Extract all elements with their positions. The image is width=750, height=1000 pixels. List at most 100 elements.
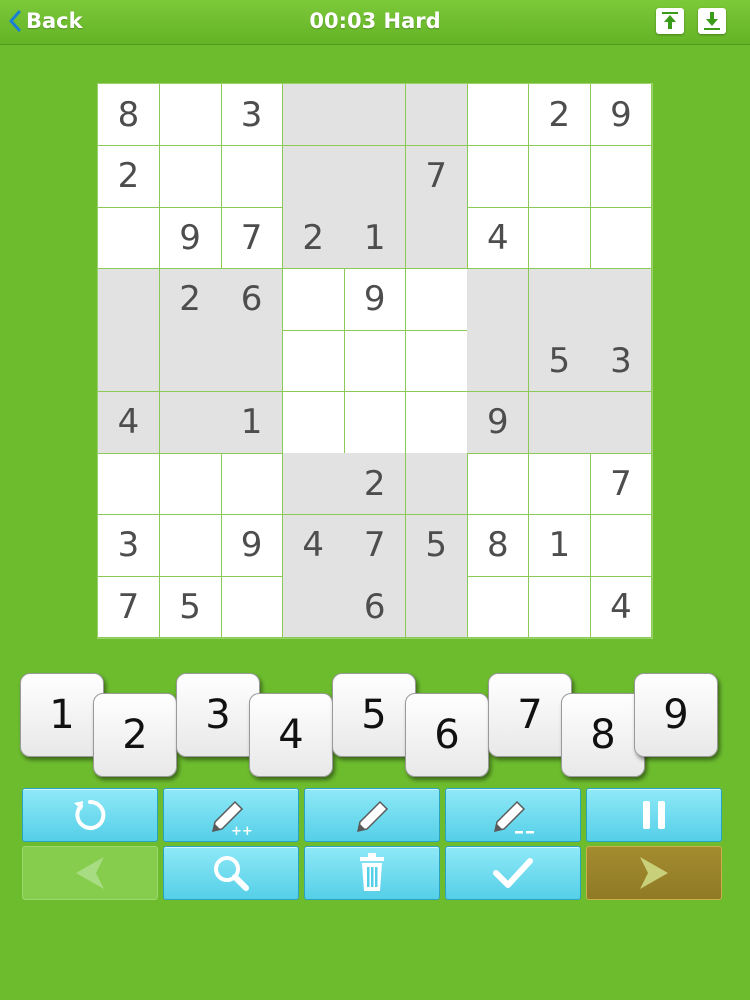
board-cell[interactable] xyxy=(98,330,160,393)
board-cell[interactable]: 5 xyxy=(159,576,222,639)
board-cell[interactable] xyxy=(528,576,591,639)
board-cell[interactable] xyxy=(221,453,284,516)
board-cell[interactable] xyxy=(282,145,345,208)
board-cell[interactable] xyxy=(282,268,345,331)
board-cell[interactable] xyxy=(344,145,407,208)
board-cell[interactable]: 3 xyxy=(221,84,284,146)
board-cell[interactable] xyxy=(467,268,530,331)
board-cell[interactable]: 9 xyxy=(159,207,222,270)
board-cell[interactable] xyxy=(405,576,468,639)
board-cell[interactable] xyxy=(405,330,468,393)
board-cell[interactable] xyxy=(467,576,530,639)
board-cell[interactable] xyxy=(159,453,222,516)
board-cell[interactable]: 1 xyxy=(528,514,591,577)
board-cell[interactable] xyxy=(282,84,345,146)
board-cell[interactable]: 1 xyxy=(221,391,284,454)
board-cell[interactable]: 9 xyxy=(467,391,530,454)
board-cell[interactable]: 9 xyxy=(344,268,407,331)
board-cell[interactable] xyxy=(344,391,407,454)
board-cell[interactable] xyxy=(344,84,407,146)
board-cell[interactable]: 6 xyxy=(221,268,284,331)
board-cell[interactable]: 7 xyxy=(221,207,284,270)
board-cell[interactable]: 1 xyxy=(344,207,407,270)
board-cell[interactable] xyxy=(159,84,222,146)
board-cell[interactable]: 7 xyxy=(344,514,407,577)
board-cell[interactable]: 7 xyxy=(590,453,653,516)
board-cell[interactable] xyxy=(405,84,468,146)
number-key-9[interactable]: 9 xyxy=(634,673,718,757)
board-cell[interactable]: 9 xyxy=(590,84,653,146)
board-cell[interactable]: 7 xyxy=(98,576,160,639)
board-cell[interactable] xyxy=(344,330,407,393)
check-button[interactable] xyxy=(445,846,581,900)
board-cell[interactable] xyxy=(528,145,591,208)
next-button[interactable] xyxy=(586,846,722,900)
board-cell[interactable] xyxy=(159,391,222,454)
board-cell[interactable] xyxy=(159,330,222,393)
restart-button[interactable] xyxy=(22,788,158,842)
board-cell[interactable]: 2 xyxy=(282,207,345,270)
board-cell[interactable]: 2 xyxy=(159,268,222,331)
board-cell[interactable]: 2 xyxy=(528,84,591,146)
number-key-8[interactable]: 8 xyxy=(561,693,645,777)
board-cell[interactable] xyxy=(98,268,160,331)
board-cell[interactable]: 4 xyxy=(98,391,160,454)
board-cell[interactable] xyxy=(467,453,530,516)
board-cell[interactable]: 6 xyxy=(344,576,407,639)
number-key-5[interactable]: 5 xyxy=(332,673,416,757)
board-cell[interactable] xyxy=(221,330,284,393)
board-cell[interactable]: 4 xyxy=(282,514,345,577)
board-cell[interactable]: 4 xyxy=(467,207,530,270)
board-cell[interactable] xyxy=(467,330,530,393)
board-cell[interactable]: 3 xyxy=(590,330,653,393)
board-cell[interactable] xyxy=(405,207,468,270)
pencil-notes-button[interactable] xyxy=(304,788,440,842)
number-key-4[interactable]: 4 xyxy=(249,693,333,777)
board-cell[interactable] xyxy=(590,514,653,577)
board-cell[interactable]: 8 xyxy=(467,514,530,577)
board-cell[interactable] xyxy=(528,391,591,454)
board-cell[interactable] xyxy=(467,145,530,208)
number-key-7[interactable]: 7 xyxy=(488,673,572,757)
board-cell[interactable] xyxy=(98,453,160,516)
board-cell[interactable]: 7 xyxy=(405,145,468,208)
number-key-2[interactable]: 2 xyxy=(93,693,177,777)
number-key-1[interactable]: 1 xyxy=(20,673,104,757)
hint-search-button[interactable] xyxy=(163,846,299,900)
board-cell[interactable] xyxy=(282,391,345,454)
board-cell[interactable] xyxy=(159,514,222,577)
board-cell[interactable]: 5 xyxy=(528,330,591,393)
board-cell[interactable]: 9 xyxy=(221,514,284,577)
board-cell[interactable] xyxy=(405,391,468,454)
board-cell[interactable] xyxy=(98,207,160,270)
previous-button[interactable] xyxy=(22,846,158,900)
board-cell[interactable] xyxy=(590,145,653,208)
board-cell[interactable]: 4 xyxy=(590,576,653,639)
erase-button[interactable] xyxy=(304,846,440,900)
import-button[interactable] xyxy=(656,8,684,34)
board-cell[interactable] xyxy=(282,453,345,516)
number-key-6[interactable]: 6 xyxy=(405,693,489,777)
board-cell[interactable]: 2 xyxy=(98,145,160,208)
pause-button[interactable] xyxy=(586,788,722,842)
board-cell[interactable]: 3 xyxy=(98,514,160,577)
board-cell[interactable] xyxy=(405,453,468,516)
board-cell[interactable] xyxy=(528,207,591,270)
board-cell[interactable] xyxy=(590,391,653,454)
board-cell[interactable] xyxy=(159,145,222,208)
board-cell[interactable] xyxy=(405,268,468,331)
board-cell[interactable] xyxy=(282,576,345,639)
export-button[interactable] xyxy=(698,8,726,34)
pencil-remove-notes-button[interactable] xyxy=(445,788,581,842)
board-cell[interactable] xyxy=(528,453,591,516)
number-key-3[interactable]: 3 xyxy=(176,673,260,757)
board-cell[interactable] xyxy=(221,576,284,639)
board-cell[interactable] xyxy=(590,207,653,270)
board-cell[interactable]: 5 xyxy=(405,514,468,577)
back-button[interactable]: Back xyxy=(8,4,83,38)
board-cell[interactable] xyxy=(467,84,530,146)
board-cell[interactable] xyxy=(590,268,653,331)
board-cell[interactable] xyxy=(221,145,284,208)
board-cell[interactable]: 2 xyxy=(344,453,407,516)
board-cell[interactable]: 8 xyxy=(98,84,160,146)
